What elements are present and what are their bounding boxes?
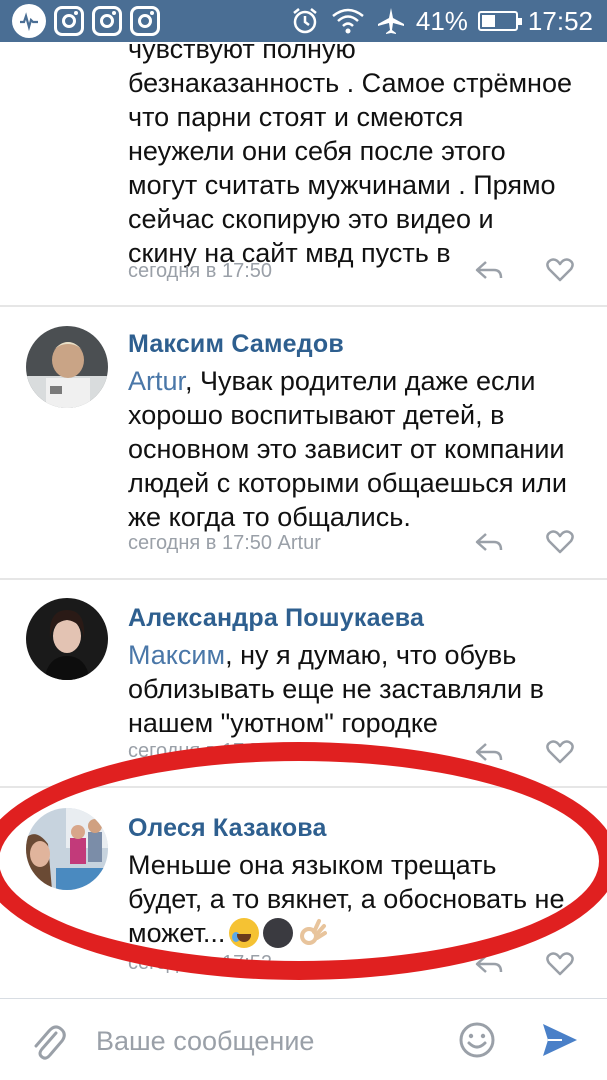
comment-line: людей с которыми общаешься или bbox=[128, 468, 567, 498]
comment-line: чувствуют полную bbox=[128, 34, 356, 64]
heart-icon[interactable] bbox=[546, 952, 574, 976]
comment-line: Меньше она языком трещать bbox=[128, 850, 497, 880]
emoji-icon[interactable] bbox=[458, 1021, 496, 1059]
comment-line: облизывать еще не заставляли в bbox=[128, 674, 544, 704]
comment-line: будет, а то вякнет, а обосновать не bbox=[128, 884, 565, 914]
comment: Максим Самедов Artur, Чувак родители даж… bbox=[0, 306, 607, 578]
avatar[interactable] bbox=[26, 326, 108, 408]
ok-hand-icon bbox=[300, 919, 328, 945]
comment-line: безнаказанность . Самое стрёмное bbox=[128, 68, 572, 98]
send-icon[interactable] bbox=[540, 1021, 580, 1059]
comment-timestamp: сегодня в 17:52 bbox=[128, 952, 272, 974]
comment-line: неужели они себя после этого bbox=[128, 136, 506, 166]
comment-line: Максим, ну я думаю, что обувь bbox=[128, 638, 587, 672]
reply-icon[interactable] bbox=[474, 530, 504, 554]
comment-line: что парни стоят и смеются bbox=[128, 102, 464, 132]
comment-line: могут считать мужчинами . Прямо bbox=[128, 170, 556, 200]
face-with-tears-of-joy-icon bbox=[229, 918, 260, 948]
comment-line: хорошо воспитывают детей, в bbox=[128, 400, 505, 430]
comment-text: чувствуют полную безнаказанность . Самое… bbox=[128, 32, 587, 270]
comment-content: Александра Пошукаева Максим, ну я думаю,… bbox=[128, 602, 587, 740]
reply-icon[interactable] bbox=[474, 740, 504, 764]
comment: чувствуют полную безнаказанность . Самое… bbox=[0, 34, 607, 306]
instagram-icon bbox=[92, 6, 122, 36]
comment-text: может... bbox=[128, 918, 226, 948]
comment-content: Максим Самедов Artur, Чувак родители даж… bbox=[128, 328, 587, 534]
paperclip-icon[interactable] bbox=[30, 1021, 66, 1061]
author-name[interactable]: Максим Самедов bbox=[128, 328, 587, 360]
mention-link[interactable]: Максим bbox=[128, 640, 225, 670]
comment-line: сейчас скопирую это видео и bbox=[128, 204, 494, 234]
comment-text: , ну я думаю, что обувь bbox=[225, 640, 517, 670]
comment-timestamp: сегодня в 17:50 Artur bbox=[128, 532, 321, 554]
heart-icon[interactable] bbox=[546, 740, 574, 764]
comment-timestamp: сегодня в 17:51 Максим bbox=[128, 740, 350, 762]
comment-line: может... bbox=[128, 916, 587, 950]
message-composer bbox=[0, 998, 607, 1080]
comment-timestamp: сегодня в 17:50 bbox=[128, 260, 272, 282]
comment: Александра Пошукаева Максим, ну я думаю,… bbox=[0, 580, 607, 786]
comment-line: же когда то общались. bbox=[128, 502, 411, 532]
vk-music-icon bbox=[12, 4, 46, 38]
comment-line: основном это зависит от компании bbox=[128, 434, 565, 464]
author-name[interactable]: Олеся Казакова bbox=[128, 812, 587, 844]
comment-line: Artur, Чувак родители даже если bbox=[128, 364, 587, 398]
comment: Олеся Казакова Меньше она языком трещать… bbox=[0, 788, 607, 998]
battery-icon bbox=[477, 11, 522, 31]
new-moon-face-icon bbox=[263, 918, 294, 948]
instagram-icon bbox=[54, 6, 84, 36]
battery-level bbox=[481, 15, 496, 27]
message-input[interactable] bbox=[96, 1021, 436, 1061]
avatar[interactable] bbox=[26, 598, 108, 680]
comment-line: нашем "уютном" городке bbox=[128, 708, 438, 738]
avatar[interactable] bbox=[26, 808, 108, 890]
heart-icon[interactable] bbox=[546, 258, 574, 282]
reply-icon[interactable] bbox=[474, 952, 504, 976]
heart-icon[interactable] bbox=[546, 530, 574, 554]
reply-icon[interactable] bbox=[474, 258, 504, 282]
comment-content: Олеся Казакова Меньше она языком трещать… bbox=[128, 812, 587, 950]
author-name[interactable]: Александра Пошукаева bbox=[128, 602, 587, 634]
comment-text: , Чувак родители даже если bbox=[185, 366, 536, 396]
mention-link[interactable]: Artur bbox=[128, 366, 185, 396]
